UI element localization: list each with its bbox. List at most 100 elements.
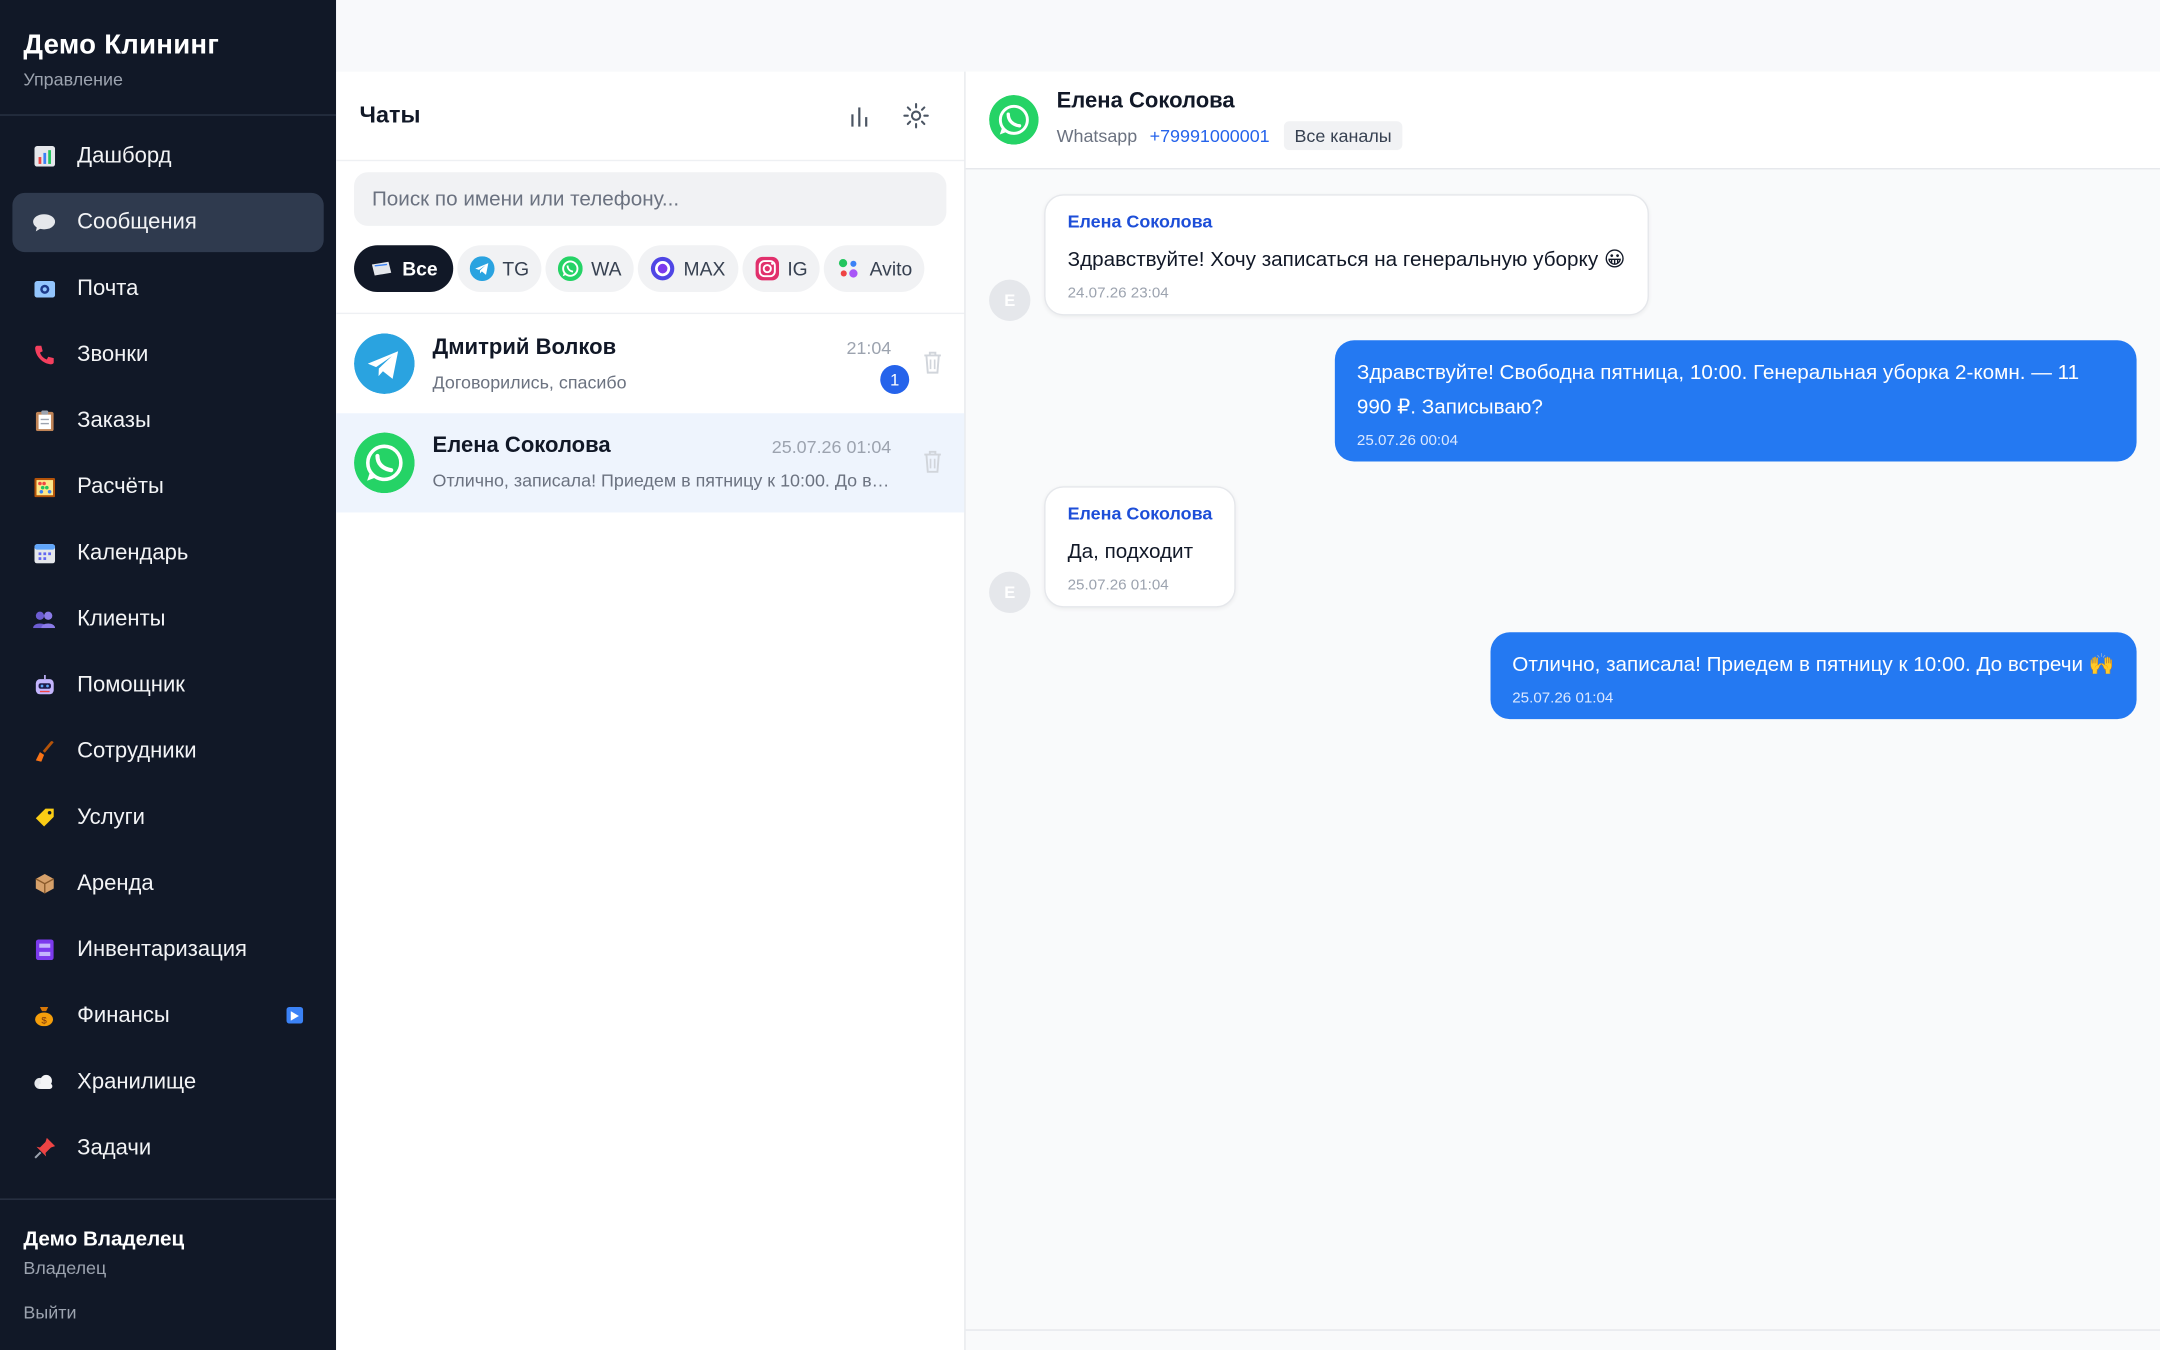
telegram-icon bbox=[469, 256, 495, 282]
trash-icon[interactable] bbox=[922, 350, 944, 375]
people-icon bbox=[33, 608, 56, 630]
conversation-time: 25.07.26 01:04 bbox=[771, 435, 892, 457]
sidebar-item-messages[interactable]: Сообщения bbox=[12, 192, 324, 253]
filter-instagram[interactable]: IG bbox=[741, 245, 821, 293]
filter-all[interactable]: Все bbox=[354, 245, 453, 293]
message-text: Отлично, записала! Приедем в пятницу к 1… bbox=[1512, 652, 2115, 677]
message-time: 25.07.26 01:04 bbox=[1512, 690, 1614, 707]
message-time: 25.07.26 01:04 bbox=[1067, 577, 1169, 594]
sidebar-item-label: Сообщения bbox=[77, 210, 197, 234]
sidebar-nav: Дашборд Сообщения Почта Звонки Заказы Ра… bbox=[0, 116, 336, 1178]
sidebar-item-inventory[interactable]: Инвентаризация bbox=[12, 920, 323, 979]
message-text: Здравствуйте! Свободна пятница, 10:00. Г… bbox=[1356, 360, 2080, 419]
all-icon bbox=[369, 256, 394, 281]
whatsapp-icon bbox=[354, 432, 415, 494]
conversation-item[interactable]: Дмитрий Волков 21:04 Договорились, спаси… bbox=[336, 314, 964, 413]
sidebar-item-label: Аренда bbox=[77, 871, 154, 895]
message-sender: Елена Соколова bbox=[1067, 210, 1213, 232]
broom-icon bbox=[33, 740, 55, 762]
user-role: Владелец bbox=[23, 1257, 107, 1279]
message-time: 24.07.26 23:04 bbox=[1067, 285, 1169, 302]
brand-subtitle: Управление bbox=[23, 68, 123, 90]
instagram-icon bbox=[754, 256, 779, 281]
chat-phone-link[interactable]: +79991000001 bbox=[1150, 125, 1270, 146]
brand-title: Демо Клининг bbox=[23, 30, 220, 61]
message-text: Да, подходит bbox=[1067, 539, 1194, 564]
stats-icon[interactable] bbox=[835, 91, 885, 141]
chat-list-panel: Чаты Все TG WA MAX bbox=[336, 71, 966, 1350]
brand: Демо Клининг Управление bbox=[0, 0, 337, 116]
mail-icon bbox=[33, 278, 55, 300]
sidebar-item-label: Календарь bbox=[77, 540, 189, 565]
avito-icon bbox=[837, 256, 862, 281]
sidebar-item-label: Дашборд bbox=[77, 143, 172, 168]
filter-whatsapp[interactable]: WA bbox=[545, 245, 634, 293]
message-incoming: Елена Соколова Здравствуйте! Хочу записа… bbox=[1044, 194, 1649, 316]
conversation-preview: Отлично, записала! Приедем в пятницу к 1… bbox=[432, 469, 892, 491]
chat-panel: Елена Соколова Whatsapp +79991000001 Все… bbox=[965, 71, 2160, 1350]
sidebar-item-rent[interactable]: Аренда bbox=[12, 854, 323, 913]
conversation-name: Дмитрий Волков bbox=[432, 335, 617, 359]
filter-avito[interactable]: Avito bbox=[824, 245, 925, 293]
clipboard-icon bbox=[33, 410, 55, 432]
sidebar-item-mail[interactable]: Почта bbox=[12, 259, 323, 318]
conversation-body: Дмитрий Волков 21:04 Договорились, спаси… bbox=[433, 335, 947, 391]
filter-label: IG bbox=[787, 257, 808, 280]
conversation-preview: Договорились, спасибо bbox=[432, 371, 627, 392]
sidebar-item-label: Инвентаризация bbox=[77, 937, 247, 961]
sidebar-item-dashboard[interactable]: Дашборд bbox=[12, 127, 323, 186]
play-icon[interactable] bbox=[286, 1006, 304, 1024]
search-input[interactable] bbox=[371, 187, 929, 211]
avatar: Е bbox=[989, 571, 1031, 614]
pin-icon bbox=[33, 1137, 55, 1159]
trash-icon[interactable] bbox=[922, 449, 944, 474]
logout-link[interactable]: Выйти bbox=[23, 1302, 312, 1323]
money-bag-icon: $ bbox=[33, 1005, 55, 1027]
sidebar-item-calendar[interactable]: Календарь bbox=[12, 523, 323, 582]
sidebar-item-orders[interactable]: Заказы bbox=[12, 391, 323, 450]
sidebar-item-clients[interactable]: Клиенты bbox=[12, 590, 323, 649]
sidebar-item-storage[interactable]: Хранилище bbox=[12, 1052, 323, 1111]
abacus-icon bbox=[33, 476, 55, 498]
chat-list-header: Чаты bbox=[336, 72, 965, 162]
phone-icon bbox=[33, 344, 55, 366]
message-time: 25.07.26 00:04 bbox=[1356, 432, 1459, 450]
chat-list-title: Чаты bbox=[359, 101, 421, 129]
settings-icon[interactable] bbox=[891, 91, 941, 141]
sidebar-item-label: Звонки bbox=[77, 342, 149, 366]
conversation-item[interactable]: Елена Соколова 25.07.26 01:04 Отлично, з… bbox=[336, 413, 965, 513]
chat-contact-name: Елена Соколова bbox=[1056, 89, 1235, 113]
speech-bubble-icon bbox=[33, 211, 56, 233]
inventory-icon bbox=[33, 939, 55, 961]
user-name: Демо Владелец bbox=[23, 1227, 185, 1251]
search-box bbox=[354, 172, 947, 226]
filter-label: WA bbox=[591, 257, 622, 280]
filter-max[interactable]: MAX bbox=[638, 245, 738, 293]
filter-telegram[interactable]: TG bbox=[456, 245, 542, 293]
calendar-icon bbox=[33, 542, 55, 564]
sidebar-item-label: Почта bbox=[77, 276, 139, 300]
sidebar-item-finance[interactable]: $ Финансы bbox=[12, 986, 323, 1045]
sidebar-item-calls[interactable]: Звонки bbox=[12, 325, 323, 384]
sidebar-item-employees[interactable]: Сотрудники bbox=[12, 722, 323, 781]
filter-label: Avito bbox=[869, 257, 913, 280]
message-outgoing: Отлично, записала! Приедем в пятницу к 1… bbox=[1490, 632, 2137, 720]
sidebar-item-label: Задачи bbox=[77, 1135, 152, 1160]
sidebar-item-label: Услуги bbox=[77, 805, 145, 829]
avatar: Е bbox=[989, 279, 1031, 321]
channel-filters: Все TG WA MAX IG Avito bbox=[336, 226, 965, 315]
sidebar-item-tasks[interactable]: Задачи bbox=[12, 1119, 323, 1178]
all-channels-button[interactable]: Все каналы bbox=[1283, 121, 1403, 151]
sidebar-item-calculations[interactable]: Расчёты bbox=[12, 457, 323, 516]
filter-label: Все bbox=[402, 257, 438, 280]
sidebar-item-label: Финансы bbox=[77, 1003, 170, 1027]
unread-badge: 1 bbox=[880, 365, 910, 394]
sidebar-item-assistant[interactable]: Помощник bbox=[12, 656, 323, 715]
filter-label: MAX bbox=[683, 257, 726, 280]
sidebar-item-label: Расчёты bbox=[77, 474, 164, 498]
message-sender: Елена Соколова bbox=[1067, 502, 1213, 524]
conversation-time: 21:04 bbox=[846, 337, 892, 359]
message-outgoing: Здравствуйте! Свободна пятница, 10:00. Г… bbox=[1334, 340, 2137, 462]
filter-label: TG bbox=[502, 257, 530, 280]
sidebar-item-services[interactable]: Услуги bbox=[12, 788, 323, 847]
